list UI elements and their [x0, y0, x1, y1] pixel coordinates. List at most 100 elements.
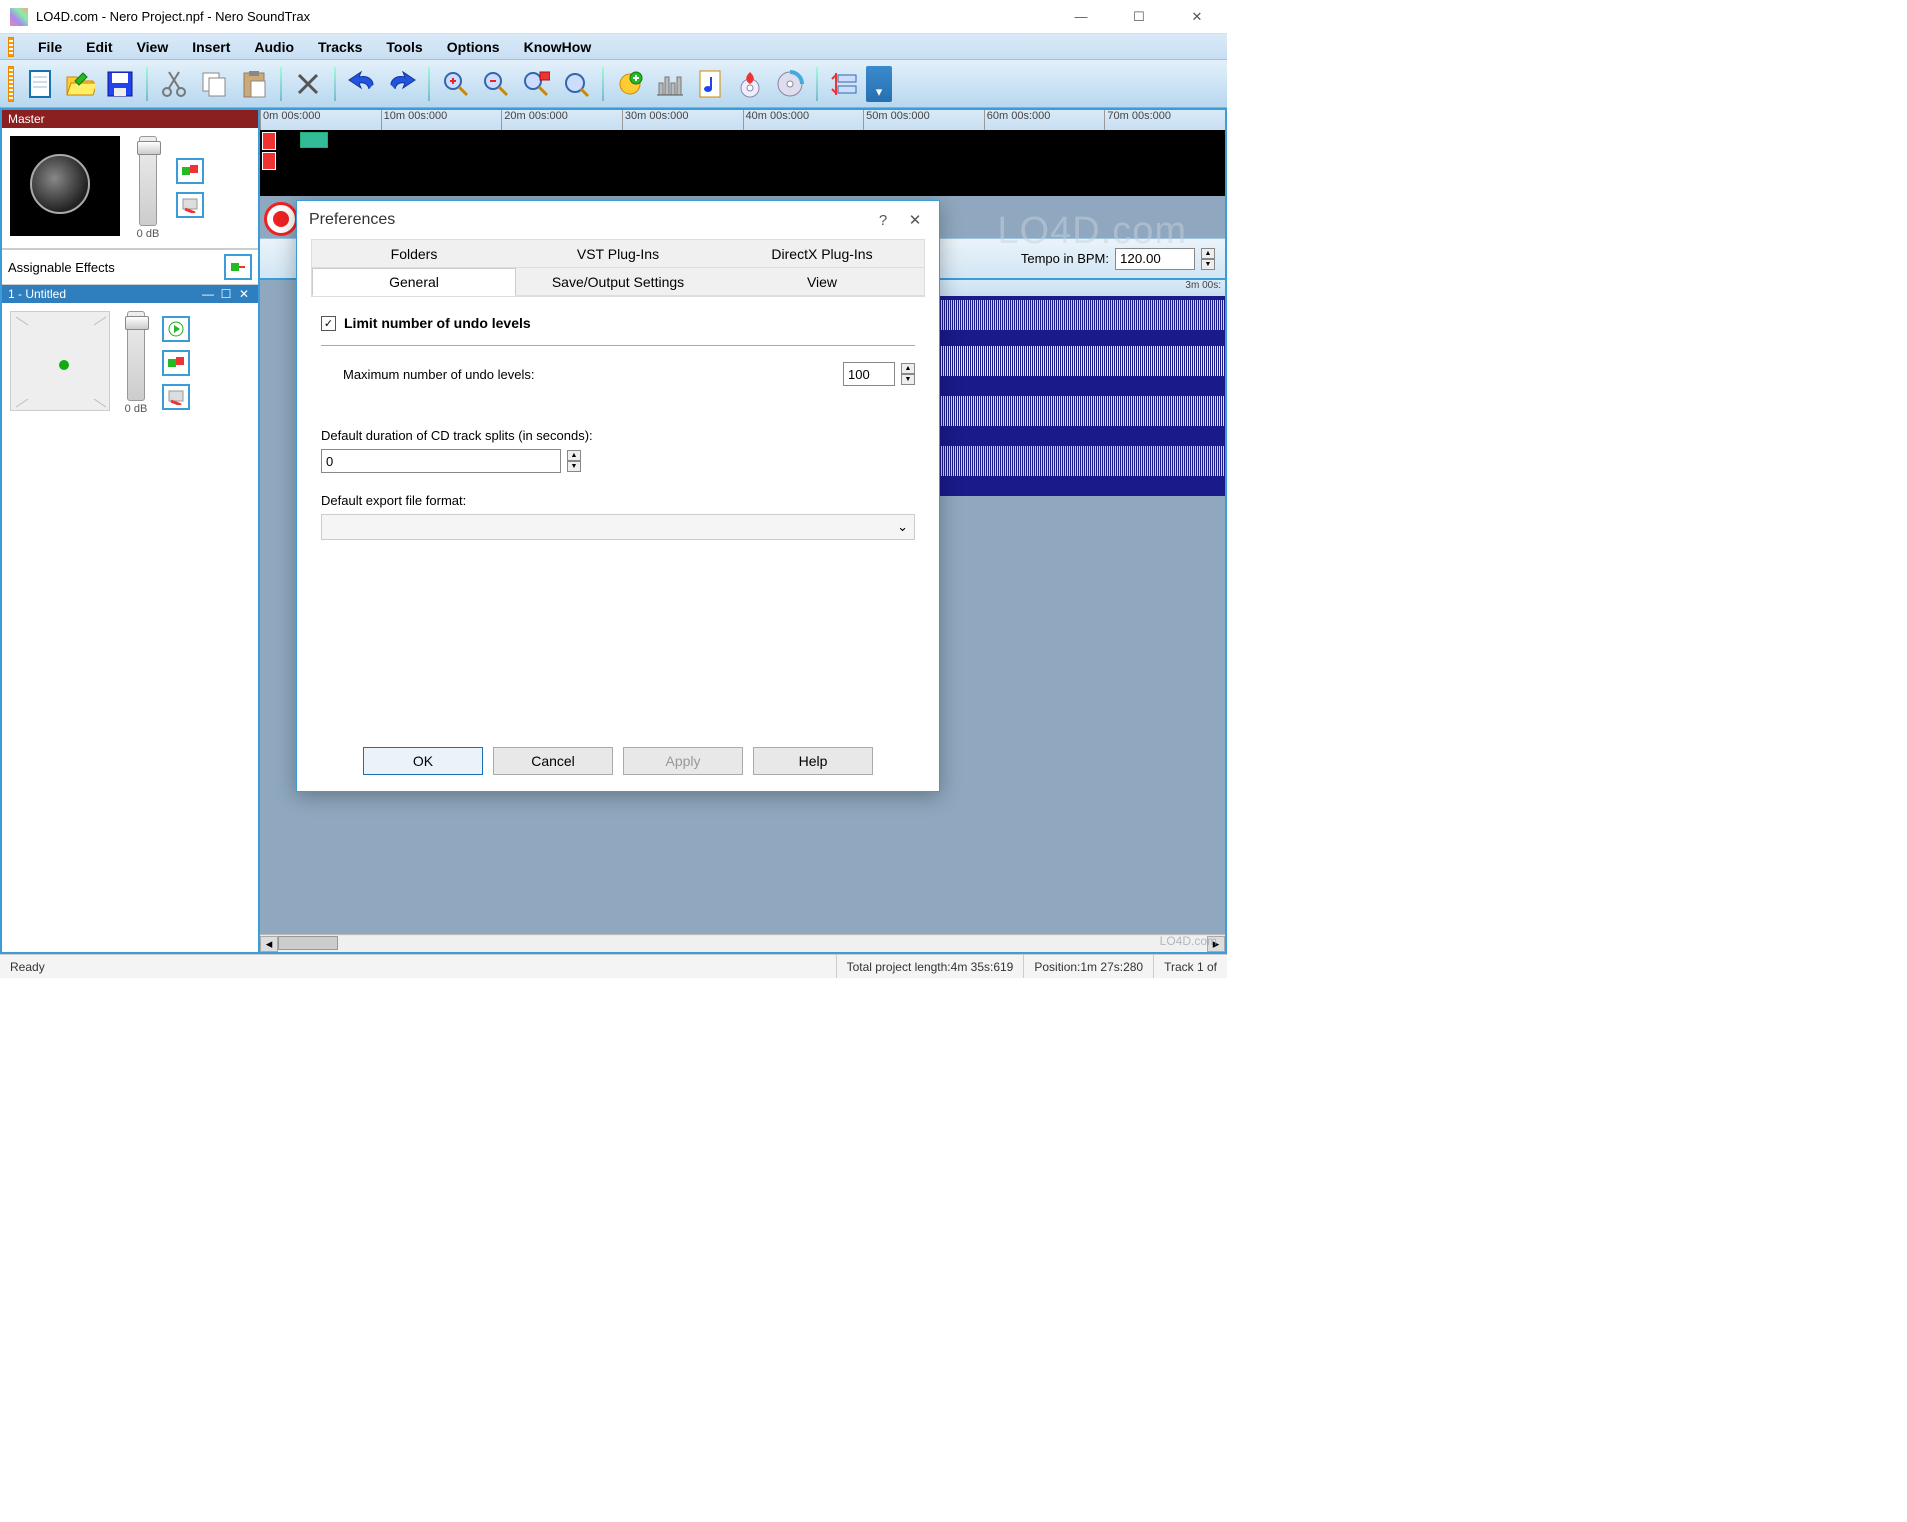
left-panel: Master 0 dB Assignable Effects 1 - Untit… [0, 108, 260, 954]
effects-label: Assignable Effects [8, 260, 115, 275]
limit-undo-label: Limit number of undo levels [344, 315, 531, 331]
tempo-down-button[interactable]: ▼ [1201, 259, 1215, 270]
ok-button[interactable]: OK [363, 747, 483, 775]
ruler-tick: 20m 00s:000 [501, 110, 622, 130]
cd-split-down[interactable]: ▼ [567, 461, 581, 472]
mixer-icon[interactable] [652, 66, 688, 102]
zoom-in-icon[interactable] [438, 66, 474, 102]
track1-volume-slider[interactable] [127, 311, 145, 401]
clip-segment[interactable] [262, 132, 276, 150]
dialog-close-button[interactable]: ✕ [903, 208, 927, 232]
minimize-button[interactable]: — [1061, 5, 1101, 29]
cd-icon[interactable] [772, 66, 808, 102]
note-icon[interactable] [692, 66, 728, 102]
toolbar-grip[interactable] [8, 66, 14, 102]
track1-fx-chain-icon[interactable] [162, 350, 190, 376]
menu-knowhow[interactable]: KnowHow [520, 37, 596, 57]
maximize-button[interactable]: ☐ [1119, 5, 1159, 29]
zoom-out-icon[interactable] [478, 66, 514, 102]
master-db-label: 0 dB [137, 228, 160, 240]
scroll-thumb[interactable] [278, 936, 338, 950]
zoom-selection-icon[interactable] [518, 66, 554, 102]
timeline-ruler[interactable]: 0m 00s:000 10m 00s:000 20m 00s:000 30m 0… [260, 110, 1225, 130]
menubar-grip[interactable] [8, 37, 14, 57]
master-tools-icon[interactable] [176, 192, 204, 218]
track1-tools-icon[interactable] [162, 384, 190, 410]
dialog-tabs: Folders VST Plug-Ins DirectX Plug-Ins Ge… [311, 239, 925, 297]
ruler-tick: 40m 00s:000 [743, 110, 864, 130]
master-fx-chain-icon[interactable] [176, 158, 204, 184]
cancel-button[interactable]: Cancel [493, 747, 613, 775]
tempo-up-button[interactable]: ▲ [1201, 248, 1215, 259]
master-volume-slider[interactable] [139, 136, 157, 226]
menu-insert[interactable]: Insert [188, 37, 234, 57]
track-close-icon[interactable]: ✕ [236, 287, 252, 301]
track-minimize-icon[interactable]: — [200, 287, 216, 301]
effects-add-icon[interactable] [224, 254, 252, 280]
track1-label: 1 - Untitled [8, 287, 66, 301]
cd-split-input[interactable] [321, 449, 561, 473]
new-file-icon[interactable] [22, 66, 58, 102]
cd-split-label: Default duration of CD track splits (in … [321, 428, 915, 443]
status-ready: Ready [0, 955, 836, 978]
add-fx-icon[interactable] [612, 66, 648, 102]
max-undo-input[interactable] [843, 362, 895, 386]
menu-audio[interactable]: Audio [250, 37, 298, 57]
scroll-left-button[interactable]: ◂ [260, 936, 278, 952]
apply-button[interactable]: Apply [623, 747, 743, 775]
help-button[interactable]: Help [753, 747, 873, 775]
horizontal-scrollbar[interactable]: ◂ ▸ [260, 934, 1225, 952]
master-header: Master [2, 110, 258, 128]
chevron-down-icon: ⌄ [897, 519, 908, 535]
ruler-tick: 10m 00s:000 [381, 110, 502, 130]
align-icon[interactable] [826, 66, 862, 102]
waveform-clip[interactable] [925, 296, 1225, 496]
track-maximize-icon[interactable]: ☐ [218, 287, 234, 301]
menu-options[interactable]: Options [443, 37, 504, 57]
paste-icon[interactable] [236, 66, 272, 102]
limit-undo-checkbox[interactable] [321, 316, 336, 331]
save-disk-icon[interactable] [102, 66, 138, 102]
app-icon [10, 8, 28, 26]
timeline-tracks[interactable] [260, 130, 1225, 196]
clip-segment[interactable] [262, 152, 276, 170]
tab-view[interactable]: View [720, 268, 924, 296]
record-button[interactable] [264, 202, 298, 236]
tab-folders[interactable]: Folders [312, 240, 516, 268]
tempo-input[interactable] [1115, 248, 1195, 270]
titlebar: LO4D.com - Nero Project.npf - Nero Sound… [0, 0, 1227, 34]
burn-icon[interactable] [732, 66, 768, 102]
track1-pan-pad[interactable] [10, 311, 110, 411]
cut-icon[interactable] [156, 66, 192, 102]
tab-general[interactable]: General [312, 268, 516, 296]
scroll-right-button[interactable]: ▸ [1207, 936, 1225, 952]
toolbar: ▾ [0, 60, 1227, 108]
copy-icon[interactable] [196, 66, 232, 102]
tab-save-output[interactable]: Save/Output Settings [516, 268, 720, 296]
open-folder-icon[interactable] [62, 66, 98, 102]
effects-header: Assignable Effects [2, 249, 258, 285]
max-undo-up[interactable]: ▲ [901, 363, 915, 374]
ruler-tick: 70m 00s:000 [1104, 110, 1225, 130]
max-undo-down[interactable]: ▼ [901, 374, 915, 385]
menu-view[interactable]: View [133, 37, 173, 57]
cd-split-up[interactable]: ▲ [567, 450, 581, 461]
menu-edit[interactable]: Edit [82, 37, 116, 57]
track1-body: 0 dB [2, 303, 258, 423]
delete-icon[interactable] [290, 66, 326, 102]
master-thumbnail[interactable] [10, 136, 120, 236]
undo-icon[interactable] [344, 66, 380, 102]
menu-file[interactable]: File [34, 37, 66, 57]
tab-vst[interactable]: VST Plug-Ins [516, 240, 720, 268]
zoom-fit-icon[interactable] [558, 66, 594, 102]
close-button[interactable]: ✕ [1177, 5, 1217, 29]
menu-tracks[interactable]: Tracks [314, 37, 366, 57]
menu-tools[interactable]: Tools [382, 37, 426, 57]
clip-segment[interactable] [300, 132, 328, 148]
track1-play-icon[interactable] [162, 316, 190, 342]
tab-directx[interactable]: DirectX Plug-Ins [720, 240, 924, 268]
toolbar-overflow[interactable]: ▾ [866, 66, 892, 102]
dialog-help-button[interactable]: ? [871, 208, 895, 232]
redo-icon[interactable] [384, 66, 420, 102]
export-format-dropdown[interactable]: ⌄ [321, 514, 915, 540]
